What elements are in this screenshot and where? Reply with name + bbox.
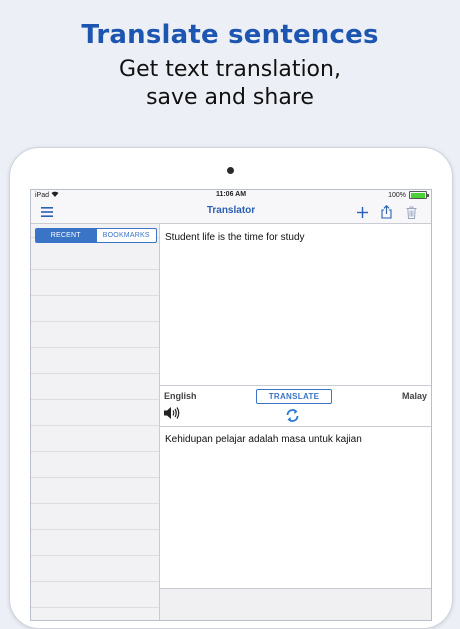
promo-title: Translate sentences	[81, 20, 379, 50]
history-sidebar: RECENT BOOKMARKS	[31, 224, 160, 620]
share-icon[interactable]	[378, 204, 394, 220]
status-bar: iPad 11:06 AM 100%	[31, 190, 431, 201]
status-battery: 100%	[388, 191, 429, 199]
promo-subtitle-line-1: Get text translation,	[119, 57, 341, 82]
battery-percent: 100%	[388, 191, 406, 199]
target-language[interactable]: Malay	[402, 391, 427, 401]
source-text-input[interactable]: Student life is the time for study	[165, 232, 425, 243]
camera-dot	[227, 167, 234, 174]
app-screen: iPad 11:06 AM 100% Translator RECENT BOO…	[30, 189, 432, 621]
nav-bar: Translator	[31, 201, 431, 224]
nav-title: Translator	[206, 205, 256, 216]
tab-recent[interactable]: RECENT	[36, 229, 96, 242]
tab-bookmarks[interactable]: BOOKMARKS	[95, 229, 157, 242]
swap-languages-icon[interactable]	[285, 408, 300, 423]
promo-subtitle-line-2: save and share	[146, 85, 314, 110]
speaker-icon[interactable]	[164, 406, 180, 420]
plus-icon[interactable]	[354, 204, 370, 220]
history-segmented-control: RECENT BOOKMARKS	[35, 228, 157, 243]
translate-button[interactable]: TRANSLATE	[256, 389, 332, 404]
translated-text-output: Kehidupan pelajar adalah masa untuk kaji…	[165, 434, 362, 445]
menu-icon[interactable]	[39, 204, 55, 220]
trash-icon[interactable]	[403, 204, 419, 220]
bottom-bar	[160, 588, 431, 620]
battery-icon	[409, 191, 429, 199]
status-time: 11:06 AM	[215, 191, 247, 198]
translation-controls: English TRANSLATE Malay	[160, 385, 431, 427]
translator-panel: Student life is the time for study Engli…	[160, 224, 431, 620]
source-language[interactable]: English	[164, 391, 197, 401]
